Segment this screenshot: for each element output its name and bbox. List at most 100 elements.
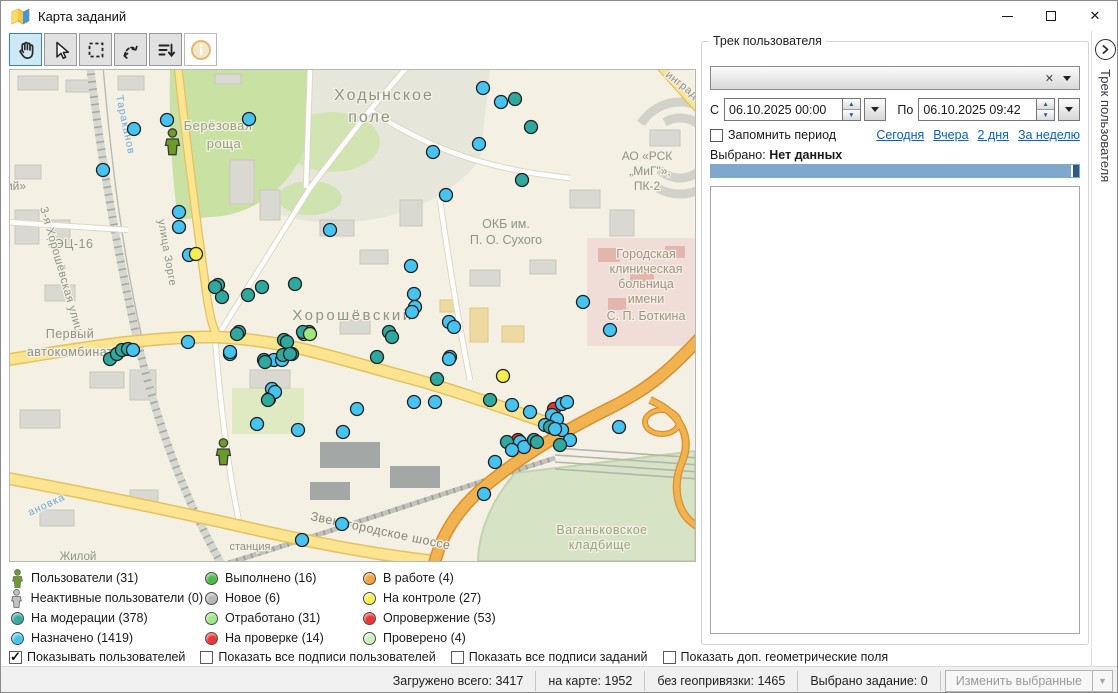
to-date-spinner[interactable]: ▲ ▼ [1037, 98, 1056, 121]
task-marker[interactable] [289, 278, 302, 291]
clear-icon[interactable]: ✕ [1045, 72, 1054, 85]
task-marker[interactable] [337, 426, 350, 439]
edit-selected-dropdown[interactable]: ▼ [1093, 670, 1113, 692]
task-marker[interactable] [182, 336, 195, 349]
task-marker[interactable] [448, 321, 461, 334]
legend-item: Опровержение (53) [361, 608, 541, 628]
chevron-down-icon[interactable] [1063, 76, 1071, 81]
task-marker[interactable] [209, 281, 222, 294]
task-marker[interactable] [525, 121, 538, 134]
task-marker[interactable] [561, 396, 574, 409]
task-marker[interactable] [127, 344, 140, 357]
task-marker[interactable] [173, 206, 186, 219]
task-marker[interactable] [509, 93, 522, 106]
track-list[interactable] [710, 186, 1080, 634]
task-marker[interactable] [489, 456, 502, 469]
assigned-dot-icon [9, 632, 25, 645]
task-marker[interactable] [161, 114, 174, 127]
maximize-button[interactable] [1029, 1, 1073, 31]
remember-period-checkbox[interactable] [710, 129, 723, 142]
filter-checkbox[interactable] [9, 651, 22, 664]
task-marker[interactable] [262, 394, 275, 407]
task-marker[interactable] [427, 146, 440, 159]
expand-panel-button[interactable] [1095, 39, 1116, 60]
slider-handle[interactable] [1071, 165, 1079, 177]
task-marker[interactable] [506, 399, 519, 412]
spin-down-icon[interactable]: ▼ [843, 110, 861, 120]
track-time-slider[interactable] [710, 164, 1080, 178]
task-marker[interactable] [405, 260, 418, 273]
spin-up-icon[interactable]: ▲ [1037, 99, 1055, 110]
task-marker[interactable] [406, 306, 419, 319]
task-marker[interactable] [304, 328, 317, 341]
task-marker[interactable] [281, 336, 294, 349]
task-marker[interactable] [497, 370, 510, 383]
task-marker[interactable] [604, 324, 617, 337]
task-marker[interactable] [484, 394, 497, 407]
task-marker[interactable] [242, 289, 255, 302]
from-date-field[interactable]: 06.10.2025 00:00 [724, 98, 842, 121]
task-marker[interactable] [516, 174, 529, 187]
quick-range-link[interactable]: 2 дня [978, 128, 1009, 142]
sort-tool-button[interactable] [149, 33, 182, 66]
task-marker[interactable] [251, 418, 264, 431]
task-marker[interactable] [408, 396, 421, 409]
to-date-field[interactable]: 06.10.2025 09:42 [918, 98, 1036, 121]
task-marker[interactable] [429, 396, 442, 409]
from-date-dropdown[interactable] [864, 98, 886, 121]
task-marker[interactable] [531, 436, 544, 449]
info-tool-button[interactable] [184, 33, 217, 66]
task-marker[interactable] [259, 356, 272, 369]
spin-down-icon[interactable]: ▼ [1037, 110, 1055, 120]
select-tool-button[interactable] [44, 33, 77, 66]
rect-select-tool-button[interactable] [79, 33, 112, 66]
to-date-dropdown[interactable] [1058, 98, 1080, 121]
task-marker[interactable] [443, 353, 456, 366]
task-marker[interactable] [524, 406, 537, 419]
task-marker[interactable] [506, 444, 519, 457]
edit-selected-button[interactable]: Изменить выбранные ▼ [945, 670, 1113, 692]
task-marker[interactable] [431, 373, 444, 386]
task-marker[interactable] [224, 346, 237, 359]
quick-range-link[interactable]: За неделю [1018, 128, 1080, 142]
minimize-button[interactable] [985, 1, 1029, 31]
task-marker[interactable] [351, 403, 364, 416]
task-marker[interactable] [128, 123, 141, 136]
task-marker[interactable] [386, 331, 399, 344]
quick-range-link[interactable]: Вчера [933, 128, 968, 142]
task-marker[interactable] [371, 351, 384, 364]
task-marker[interactable] [231, 328, 244, 341]
task-marker[interactable] [284, 348, 297, 361]
filter-checkbox[interactable] [451, 651, 464, 664]
task-marker[interactable] [173, 221, 186, 234]
quick-range-link[interactable]: Сегодня [876, 128, 924, 142]
filter-checkbox[interactable] [663, 651, 676, 664]
task-marker[interactable] [408, 288, 421, 301]
close-button[interactable]: ✕ [1073, 1, 1117, 31]
task-marker[interactable] [296, 534, 309, 547]
task-marker[interactable] [613, 421, 626, 434]
task-marker[interactable] [473, 138, 486, 151]
task-marker[interactable] [477, 82, 490, 95]
map-canvas[interactable]: ХодынскоеполеБерёзоваярощаАО «РСК„МиГ"»,… [9, 69, 696, 562]
side-tab-label[interactable]: Трек пользователя [1098, 69, 1113, 182]
task-marker[interactable] [256, 281, 269, 294]
pan-tool-button[interactable] [9, 33, 42, 66]
spin-up-icon[interactable]: ▲ [843, 99, 861, 110]
from-date-spinner[interactable]: ▲ ▼ [843, 98, 862, 121]
task-marker[interactable] [577, 296, 590, 309]
task-marker[interactable] [97, 164, 110, 177]
task-marker[interactable] [190, 248, 203, 261]
task-marker[interactable] [324, 224, 337, 237]
user-select-combobox[interactable]: ✕ [710, 66, 1080, 90]
filter-checkbox[interactable] [200, 651, 213, 664]
task-marker[interactable] [549, 423, 562, 436]
task-marker[interactable] [243, 113, 256, 126]
task-marker[interactable] [336, 518, 349, 531]
task-marker[interactable] [440, 189, 453, 202]
task-marker[interactable] [495, 96, 508, 109]
task-marker[interactable] [554, 439, 567, 452]
polygon-select-tool-button[interactable] [114, 33, 147, 66]
task-marker[interactable] [478, 488, 491, 501]
task-marker[interactable] [292, 424, 305, 437]
